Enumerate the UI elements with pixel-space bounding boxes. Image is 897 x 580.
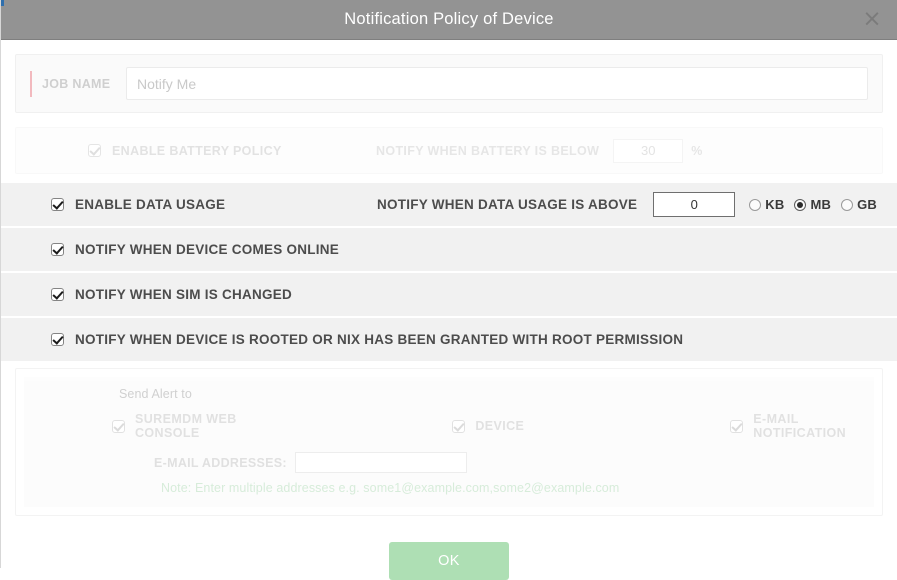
target-email-notification-checkbox[interactable] bbox=[730, 419, 744, 433]
email-addresses-row: E-MAIL ADDRESSES: bbox=[154, 452, 874, 473]
row-data-usage-inner: ENABLE DATA USAGE NOTIFY WHEN DATA USAGE… bbox=[1, 192, 897, 217]
notification-policy-dialog: Notification Policy of Device × JOB NAME… bbox=[0, 0, 897, 580]
target-device[interactable]: DEVICE bbox=[452, 419, 524, 433]
notify-device-rooted-label: NOTIFY WHEN DEVICE IS ROOTED OR NIX HAS … bbox=[75, 332, 684, 347]
notify-device-rooted-checkbox[interactable] bbox=[51, 333, 64, 346]
battery-threshold-group: NOTIFY WHEN BATTERY IS BELOW % bbox=[376, 138, 703, 163]
dialog-titlebar: Notification Policy of Device × bbox=[1, 0, 897, 40]
ok-button[interactable]: OK bbox=[389, 542, 509, 580]
close-icon[interactable]: × bbox=[859, 7, 885, 33]
dialog-body: JOB NAME ENABLE BATTERY POLICY NOTIFY WH… bbox=[1, 40, 897, 580]
email-addresses-label: E-MAIL ADDRESSES: bbox=[154, 455, 287, 470]
battery-threshold-caption: NOTIFY WHEN BATTERY IS BELOW bbox=[376, 143, 600, 158]
target-email-notification-label: E-MAIL NOTIFICATION bbox=[753, 412, 847, 440]
notify-device-online-checkbox[interactable] bbox=[51, 243, 64, 256]
unit-radio-mb[interactable] bbox=[794, 198, 807, 211]
send-alert-title: Send Alert to bbox=[119, 387, 192, 401]
data-usage-unit-group: KB MB GB bbox=[749, 197, 887, 212]
row-device-rooted: NOTIFY WHEN DEVICE IS ROOTED OR NIX HAS … bbox=[1, 318, 897, 361]
enable-battery-policy-label: ENABLE BATTERY POLICY bbox=[112, 143, 282, 158]
enable-data-usage-label: ENABLE DATA USAGE bbox=[75, 197, 226, 212]
notify-device-online-label: NOTIFY WHEN DEVICE COMES ONLINE bbox=[75, 242, 340, 257]
row-sim-changed-inner: NOTIFY WHEN SIM IS CHANGED bbox=[1, 287, 897, 302]
unit-label-mb: MB bbox=[810, 197, 832, 212]
data-usage-threshold-group: NOTIFY WHEN DATA USAGE IS ABOVE KB MB GB bbox=[377, 192, 897, 217]
unit-radio-gb[interactable] bbox=[841, 198, 854, 211]
unit-radio-kb[interactable] bbox=[749, 198, 762, 211]
enable-data-usage-checkbox[interactable] bbox=[51, 198, 64, 211]
row-data-usage: ENABLE DATA USAGE NOTIFY WHEN DATA USAGE… bbox=[1, 183, 897, 226]
row-device-online-inner: NOTIFY WHEN DEVICE COMES ONLINE bbox=[1, 242, 897, 257]
target-device-checkbox[interactable] bbox=[452, 419, 466, 433]
email-addresses-input[interactable] bbox=[294, 452, 467, 473]
battery-threshold-input[interactable] bbox=[613, 138, 684, 163]
battery-policy-toggle-group[interactable]: ENABLE BATTERY POLICY bbox=[16, 144, 376, 158]
job-name-section: JOB NAME bbox=[15, 54, 883, 113]
job-name-input[interactable] bbox=[126, 67, 868, 100]
target-web-console-label: SUREMDM WEB CONSOLE bbox=[135, 412, 237, 440]
dialog-footer: OK bbox=[1, 516, 897, 580]
dialog-title: Notification Policy of Device bbox=[344, 10, 554, 28]
row-device-rooted-inner: NOTIFY WHEN DEVICE IS ROOTED OR NIX HAS … bbox=[1, 332, 897, 347]
notify-sim-changed-checkbox[interactable] bbox=[51, 288, 64, 301]
titlebar-accent-mark bbox=[1, 0, 4, 6]
job-name-label: JOB NAME bbox=[30, 70, 126, 97]
battery-policy-section: ENABLE BATTERY POLICY NOTIFY WHEN BATTER… bbox=[15, 127, 883, 174]
row-sim-changed: NOTIFY WHEN SIM IS CHANGED bbox=[1, 273, 897, 316]
enable-battery-policy-checkbox[interactable] bbox=[88, 144, 101, 157]
email-note: Note: Enter multiple addresses e.g. some… bbox=[161, 481, 620, 495]
row-device-online: NOTIFY WHEN DEVICE COMES ONLINE bbox=[1, 228, 897, 271]
target-web-console[interactable]: SUREMDM WEB CONSOLE bbox=[112, 412, 280, 440]
send-alert-section: Send Alert to SUREMDM WEB CONSOLE DEVICE… bbox=[15, 368, 883, 516]
send-alert-targets: SUREMDM WEB CONSOLE DEVICE E-MAIL NOTIFI… bbox=[24, 412, 874, 440]
unit-label-kb: KB bbox=[765, 197, 785, 212]
send-alert-inner: Send Alert to SUREMDM WEB CONSOLE DEVICE… bbox=[24, 377, 874, 507]
notify-sim-changed-label: NOTIFY WHEN SIM IS CHANGED bbox=[75, 287, 293, 302]
policy-rows: ENABLE DATA USAGE NOTIFY WHEN DATA USAGE… bbox=[1, 183, 897, 361]
target-email-notification[interactable]: E-MAIL NOTIFICATION bbox=[730, 412, 874, 440]
data-usage-threshold-caption: NOTIFY WHEN DATA USAGE IS ABOVE bbox=[377, 197, 638, 212]
unit-label-gb: GB bbox=[857, 197, 877, 212]
target-device-label: DEVICE bbox=[475, 419, 525, 433]
battery-percent-label: % bbox=[691, 143, 703, 158]
data-usage-threshold-input[interactable] bbox=[653, 192, 736, 217]
target-web-console-checkbox[interactable] bbox=[112, 419, 125, 433]
